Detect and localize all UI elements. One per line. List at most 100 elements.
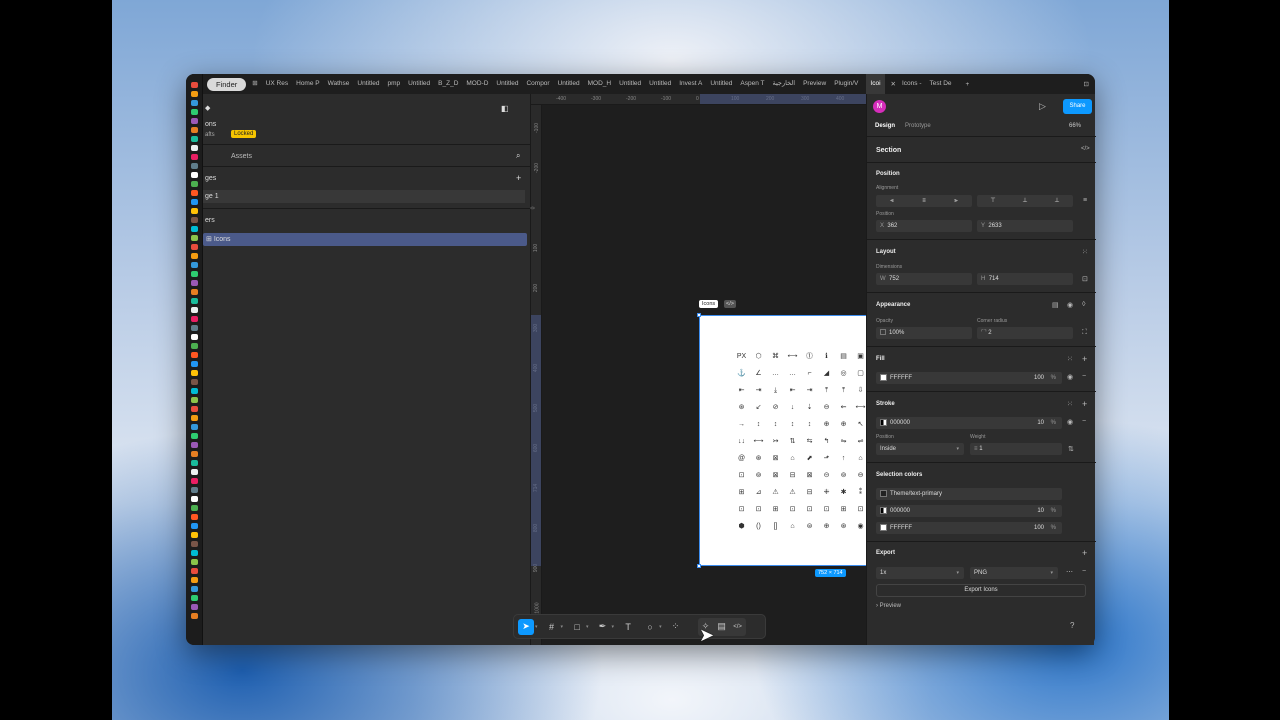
grid-icon[interactable]: ⊡ bbox=[784, 501, 801, 518]
section-title[interactable]: Section bbox=[876, 147, 901, 154]
grid-icon[interactable]: ⤒ bbox=[835, 382, 852, 399]
grid-icon[interactable]: ◎ bbox=[835, 365, 852, 382]
dock-app-icon[interactable] bbox=[191, 442, 198, 448]
dock-app-icon[interactable] bbox=[191, 235, 198, 241]
code-icon[interactable]: </> bbox=[724, 300, 736, 308]
remove-stroke-icon[interactable]: − bbox=[1082, 418, 1086, 425]
preview-toggle[interactable]: › Preview bbox=[876, 603, 901, 609]
zoom-level[interactable]: 66% bbox=[1069, 123, 1081, 129]
dock-app-icon[interactable] bbox=[191, 118, 198, 124]
close-tab-icon[interactable]: ✕ bbox=[885, 80, 902, 88]
comment-tool-icon[interactable]: ○ bbox=[642, 619, 658, 635]
fill-styles-icon[interactable]: ⁙ bbox=[1067, 355, 1073, 363]
dock-app-icon[interactable] bbox=[191, 190, 198, 196]
grid-icon[interactable]: ⬈ bbox=[801, 450, 818, 467]
tab-item[interactable]: Compor bbox=[526, 74, 557, 94]
dock-app-icon[interactable] bbox=[191, 586, 198, 592]
grid-icon[interactable]: ⤒ bbox=[818, 382, 835, 399]
dock-app-icon[interactable] bbox=[191, 424, 198, 430]
remove-fill-icon[interactable]: − bbox=[1082, 373, 1086, 380]
selection-color-3[interactable]: FFFFFF 100% bbox=[876, 522, 1062, 534]
tab-item[interactable]: Untitled bbox=[649, 74, 679, 94]
frame-label[interactable]: Icons bbox=[699, 300, 719, 308]
dock-app-icon[interactable] bbox=[191, 316, 198, 322]
grid-icon[interactable]: ⟷ bbox=[784, 348, 801, 365]
fill-field[interactable]: FFFFFF 100% bbox=[876, 372, 1062, 384]
dock-app-icon[interactable] bbox=[191, 541, 198, 547]
tab-item[interactable]: Aspen T bbox=[740, 74, 772, 94]
layer-item-icons[interactable]: ⊞ Icons bbox=[203, 233, 527, 246]
style-icon[interactable]: ▤ bbox=[1052, 301, 1059, 309]
dock-app-icon[interactable] bbox=[191, 154, 198, 160]
stroke-eye-icon[interactable]: ◉ bbox=[1067, 418, 1073, 426]
tab-item[interactable]: Untitled bbox=[357, 74, 387, 94]
dock-app-icon[interactable] bbox=[191, 460, 198, 466]
align-vertical[interactable]: ⊤ ⊥ ⊥ bbox=[977, 195, 1073, 207]
stroke-position-select[interactable]: Inside ▾ bbox=[876, 443, 964, 455]
tab-item[interactable]: Untitled bbox=[558, 74, 588, 94]
grid-icon[interactable]: ⊛ bbox=[835, 518, 852, 535]
dock-app-icon[interactable] bbox=[191, 505, 198, 511]
tab-item[interactable]: الخارجية bbox=[772, 74, 803, 94]
grid-icon[interactable]: ⊞ bbox=[252, 74, 265, 94]
dock-app-icon[interactable] bbox=[191, 172, 198, 178]
share-button[interactable]: Share bbox=[1063, 99, 1092, 114]
grid-icon[interactable]: ↕ bbox=[750, 416, 767, 433]
tab-item[interactable]: Test De bbox=[930, 74, 960, 94]
grid-icon[interactable]: ⊝ bbox=[818, 467, 835, 484]
tab-item[interactable]: Untitled bbox=[408, 74, 438, 94]
dock-app-icon[interactable] bbox=[191, 388, 198, 394]
sidebar-toggle-icon[interactable]: ◧ bbox=[501, 104, 509, 113]
search-icon[interactable]: ⌕ bbox=[516, 151, 520, 161]
grid-icon[interactable]: ⊚ bbox=[835, 467, 852, 484]
grid-icon[interactable]: ⊿ bbox=[750, 484, 767, 501]
grid-icon[interactable]: ⊠ bbox=[801, 467, 818, 484]
dock-app-icon[interactable] bbox=[191, 406, 198, 412]
dock-app-icon[interactable] bbox=[191, 181, 198, 187]
grid-icon[interactable]: → bbox=[733, 416, 750, 433]
grid-icon[interactable]: ⊖ bbox=[818, 399, 835, 416]
components-icon[interactable]: ⁘ bbox=[668, 619, 684, 635]
grid-icon[interactable]: ↣ bbox=[767, 433, 784, 450]
grid-icon[interactable]: ↕ bbox=[801, 416, 818, 433]
grid-icon[interactable]: ⊡ bbox=[750, 501, 767, 518]
move-tool-icon[interactable]: ➤ bbox=[518, 618, 534, 635]
dock-app-icon[interactable] bbox=[191, 163, 198, 169]
code-icon[interactable]: </> bbox=[1081, 146, 1090, 152]
remove-export-icon[interactable]: − bbox=[1082, 568, 1086, 575]
finder-label[interactable]: Finder bbox=[207, 77, 247, 91]
stroke-field[interactable]: 000000 10% bbox=[876, 417, 1062, 429]
dock-app-icon[interactable] bbox=[191, 478, 198, 484]
grid-icon[interactable]: ⇥ bbox=[801, 382, 818, 399]
align-horizontal[interactable]: ⫷ ≡ ⫸ bbox=[876, 195, 972, 207]
grid-icon[interactable]: ⊡ bbox=[801, 501, 818, 518]
weight-field[interactable]: ≡ 1 bbox=[970, 443, 1062, 455]
play-icon[interactable]: ▷ bbox=[1039, 101, 1046, 112]
export-button[interactable]: Export Icons bbox=[876, 584, 1086, 597]
stroke-settings-icon[interactable]: ⇅ bbox=[1068, 445, 1074, 453]
dock-app-icon[interactable] bbox=[191, 280, 198, 286]
dock-app-icon[interactable] bbox=[191, 307, 198, 313]
grid-icon[interactable]: ↓↓ bbox=[733, 433, 750, 450]
grid-icon[interactable]: ⇣ bbox=[801, 399, 818, 416]
grid-icon[interactable]: … bbox=[784, 365, 801, 382]
tab-item[interactable]: MOD-D bbox=[466, 74, 496, 94]
grid-icon[interactable]: ⌐ bbox=[801, 365, 818, 382]
add-export-icon[interactable]: + bbox=[1082, 548, 1087, 558]
grid-icon[interactable]: ↓ bbox=[784, 399, 801, 416]
dock-app-icon[interactable] bbox=[191, 253, 198, 259]
grid-icon[interactable]: ⤓ bbox=[767, 382, 784, 399]
resize-handle[interactable] bbox=[697, 313, 701, 317]
grid-icon[interactable]: ⊞ bbox=[835, 501, 852, 518]
grid-icon[interactable]: ⬢ bbox=[733, 518, 750, 535]
y-field[interactable]: Y 2633 bbox=[977, 220, 1073, 232]
grid-icon[interactable]: ⇅ bbox=[784, 433, 801, 450]
add-fill-icon[interactable]: + bbox=[1082, 354, 1087, 364]
dock-app-icon[interactable] bbox=[191, 325, 198, 331]
dock-app-icon[interactable] bbox=[191, 91, 198, 97]
dock-app-icon[interactable] bbox=[191, 496, 198, 502]
grid-icon[interactable]: ⊡ bbox=[733, 501, 750, 518]
x-field[interactable]: X 362 bbox=[876, 220, 972, 232]
grid-icon[interactable]: ⇜ bbox=[835, 399, 852, 416]
selection-color-1[interactable]: Theme/text-primary bbox=[876, 488, 1062, 500]
